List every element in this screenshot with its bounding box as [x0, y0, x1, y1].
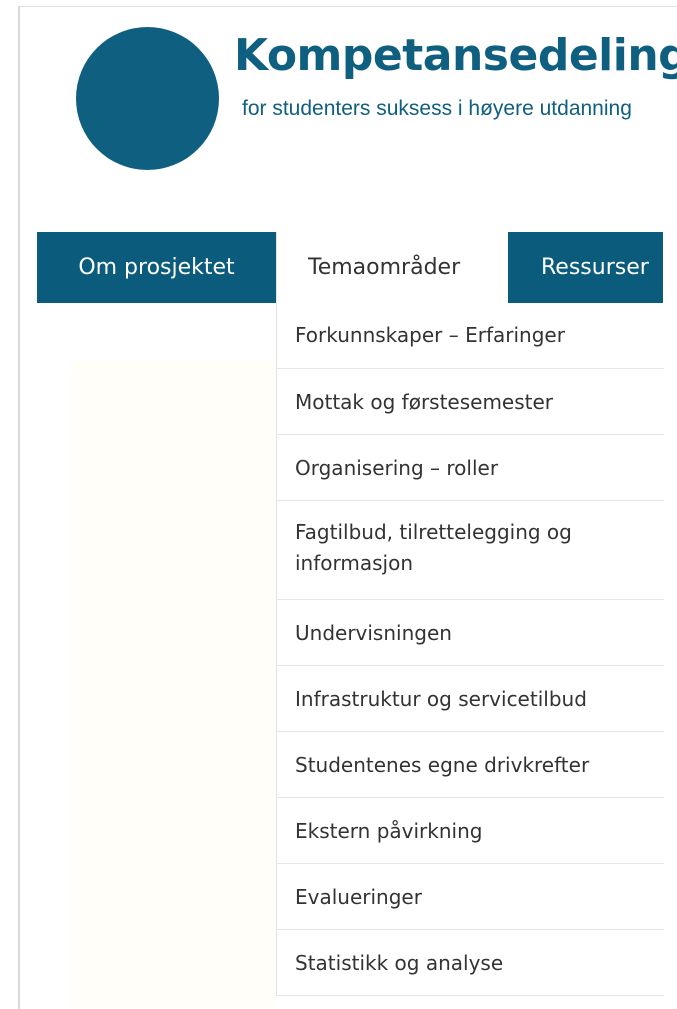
menu-item-undervisningen[interactable]: Undervisningen — [277, 600, 664, 666]
menu-item-drivkrefter[interactable]: Studentenes egne drivkrefter — [277, 732, 664, 798]
site-subtitle: for studenters suksess i høyere utdannin… — [242, 97, 632, 120]
tab-om-prosjektet[interactable]: Om prosjektet — [37, 232, 276, 303]
menu-item-forkunnskaper[interactable]: Forkunnskaper – Erfaringer — [277, 303, 664, 369]
tab-temaomrader[interactable]: Temaområder — [276, 232, 508, 303]
menu-item-infrastruktur[interactable]: Infrastruktur og servicetilbud — [277, 666, 664, 732]
top-divider — [18, 6, 677, 7]
main-navigation: Om prosjektet Temaområder Ressurser — [37, 232, 663, 303]
menu-item-mottak[interactable]: Mottak og førstesemester — [277, 369, 664, 435]
page-frame: Kompetansedeling for studenters suksess … — [0, 0, 677, 1009]
site-title[interactable]: Kompetansedeling — [234, 30, 677, 81]
menu-item-organisering[interactable]: Organisering – roller — [277, 435, 664, 501]
menu-item-fagtilbud[interactable]: Fagtilbud, tilrettelegging og informasjo… — [277, 501, 664, 600]
left-divider — [18, 6, 20, 1009]
menu-item-statistikk[interactable]: Statistikk og analyse — [277, 930, 664, 996]
content-background — [70, 360, 276, 1008]
tab-ressurser[interactable]: Ressurser — [508, 232, 663, 303]
menu-item-ekstern[interactable]: Ekstern påvirkning — [277, 798, 664, 864]
menu-item-evalueringer[interactable]: Evalueringer — [277, 864, 664, 930]
logo-circle-icon[interactable] — [76, 27, 219, 170]
temaomrader-dropdown-menu: Forkunnskaper – Erfaringer Mottak og før… — [276, 303, 664, 996]
